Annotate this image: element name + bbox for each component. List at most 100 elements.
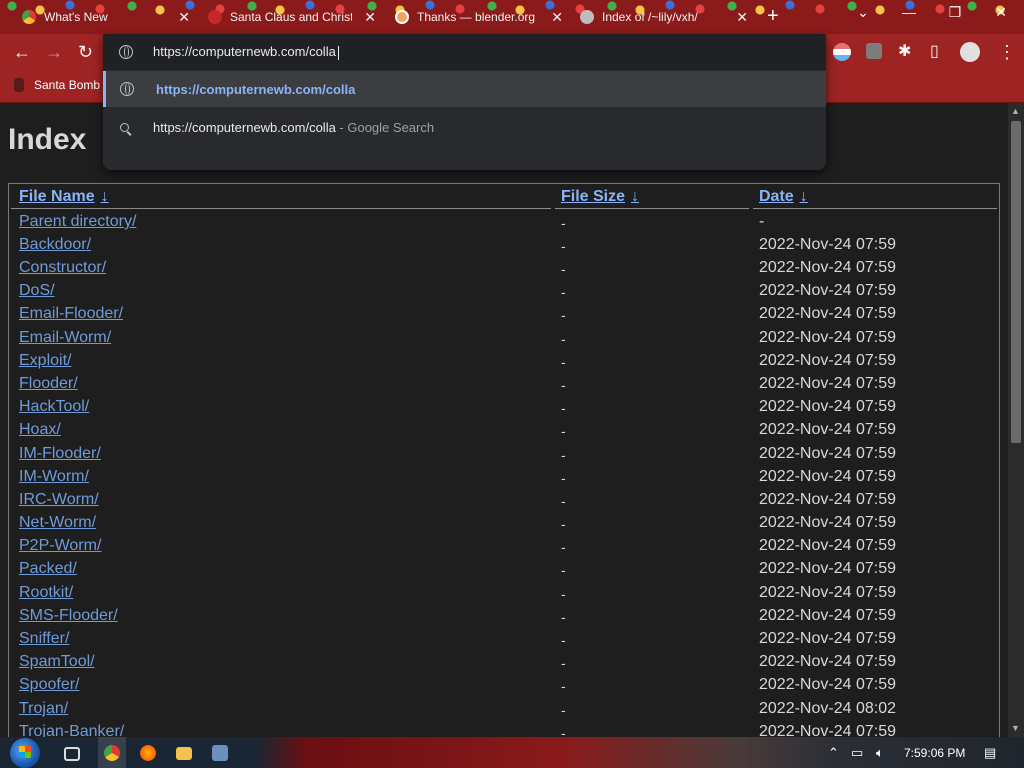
back-icon[interactable]: ←: [13, 42, 31, 62]
start-button[interactable]: [10, 738, 40, 768]
table-row: Exploit/ - 2022-Nov-24 07:59: [9, 352, 999, 375]
scroll-up-icon[interactable]: ▲: [1011, 106, 1020, 116]
bookmark-santa-bomb[interactable]: Santa Bomb: [14, 78, 100, 92]
file-link[interactable]: IM-Worm/: [19, 468, 89, 486]
file-link[interactable]: IRC-Worm/: [19, 491, 99, 509]
file-date: 2022-Nov-24 07:59: [759, 468, 896, 485]
page-title: Index: [8, 123, 87, 156]
close-tab-icon[interactable]: ✕: [736, 9, 748, 25]
file-link[interactable]: Trojan-Banker/: [19, 723, 124, 737]
file-link[interactable]: Constructor/: [19, 259, 106, 277]
directory-listing: File Name ↓ File Size ↓ Date ↓ Parent direc…: [8, 183, 1000, 737]
header-date[interactable]: Date ↓: [759, 188, 808, 206]
sort-arrow-icon: ↓: [100, 188, 109, 205]
header-file-size[interactable]: File Size ↓: [561, 188, 639, 206]
profile-extension-icon[interactable]: [833, 43, 851, 61]
scroll-thumb[interactable]: [1011, 121, 1021, 443]
extensions-puzzle-icon[interactable]: ✱: [898, 42, 911, 62]
taskbar-clock[interactable]: 7:59:06 PM: [904, 746, 965, 760]
file-size: -: [561, 307, 566, 323]
file-link[interactable]: SMS-Flooder/: [19, 607, 118, 625]
file-link[interactable]: Sniffer/: [19, 630, 69, 648]
tab-search-chevron-icon[interactable]: ⌄: [848, 4, 878, 21]
file-explorer-icon[interactable]: [176, 747, 192, 760]
table-row: SMS-Flooder/ - 2022-Nov-24 07:59: [9, 607, 999, 630]
file-link[interactable]: Spoofer/: [19, 676, 79, 694]
table-row: Trojan/ - 2022-Nov-24 08:02: [9, 700, 999, 723]
tab-strip: What's New ✕ Santa Claus and Christ ✕ Th…: [0, 0, 1024, 34]
file-link[interactable]: Email-Flooder/: [19, 305, 123, 323]
file-date: 2022-Nov-24 07:59: [759, 398, 896, 415]
windows-taskbar: ⌃ ▭ 🔈︎ 7:59:06 PM ▤: [0, 737, 1024, 768]
file-link[interactable]: HackTool/: [19, 398, 89, 416]
file-date: 2022-Nov-24 07:59: [759, 560, 896, 577]
file-link[interactable]: Trojan/: [19, 700, 68, 718]
side-panel-icon[interactable]: ▯: [930, 42, 939, 62]
forward-icon[interactable]: →: [45, 42, 63, 62]
tab-santa-claus[interactable]: Santa Claus and Christ ✕: [208, 4, 376, 30]
tab-blender[interactable]: Thanks — blender.org ✕: [395, 4, 563, 30]
file-date: 2022-Nov-24 07:59: [759, 421, 896, 438]
tab-title: Santa Claus and Christ: [230, 10, 352, 24]
file-size: -: [561, 678, 566, 694]
file-size: -: [561, 516, 566, 532]
address-input-value: https://computernewb.com/colla: [153, 44, 336, 59]
scroll-down-icon[interactable]: ▼: [1011, 723, 1020, 733]
app-taskbar-icon[interactable]: [212, 745, 228, 761]
table-row: Backdoor/ - 2022-Nov-24 07:59: [9, 236, 999, 259]
file-link[interactable]: Backdoor/: [19, 236, 91, 254]
new-tab-icon[interactable]: +: [767, 6, 779, 26]
reload-icon[interactable]: ↻: [78, 42, 93, 62]
network-icon[interactable]: ▭: [851, 745, 863, 761]
restore-icon[interactable]: ❐: [940, 4, 970, 21]
table-row: IM-Worm/ - 2022-Nov-24 07:59: [9, 468, 999, 491]
file-link[interactable]: Net-Worm/: [19, 514, 96, 532]
file-link[interactable]: P2P-Worm/: [19, 537, 101, 555]
profile-avatar-icon[interactable]: [960, 42, 980, 62]
chrome-menu-icon[interactable]: ⋮: [998, 42, 1016, 62]
file-link[interactable]: Hoax/: [19, 421, 61, 439]
close-tab-icon[interactable]: ✕: [364, 9, 376, 25]
file-link[interactable]: Exploit/: [19, 352, 71, 370]
address-input[interactable]: https://computernewb.com/colla: [153, 44, 339, 60]
file-link[interactable]: IM-Flooder/: [19, 445, 101, 463]
page-scrollbar[interactable]: ▲ ▼: [1008, 103, 1024, 737]
page-content: Index File Name ↓ File Size ↓ Date ↓ Parent…: [0, 103, 1008, 737]
file-link[interactable]: Packed/: [19, 560, 77, 578]
table-row: Trojan-Banker/ - 2022-Nov-24 07:59: [9, 723, 999, 737]
task-view-icon[interactable]: [64, 747, 80, 761]
tab-title: Index of /~lily/vxh/: [602, 10, 698, 24]
file-link[interactable]: Flooder/: [19, 375, 78, 393]
globe-icon: [120, 82, 134, 96]
file-date: 2022-Nov-24 07:59: [759, 537, 896, 554]
suggestion-url[interactable]: https://computernewb.com/colla: [103, 71, 826, 107]
address-bar[interactable]: https://computernewb.com/colla: [103, 34, 826, 70]
file-link[interactable]: Parent directory/: [19, 213, 136, 231]
close-tab-icon[interactable]: ✕: [551, 9, 563, 25]
file-link[interactable]: Email-Worm/: [19, 329, 111, 347]
s-extension-icon[interactable]: [866, 43, 882, 59]
firefox-taskbar-icon[interactable]: [140, 745, 156, 761]
notifications-icon[interactable]: ▤: [984, 745, 996, 761]
file-date: 2022-Nov-24 07:59: [759, 329, 896, 346]
file-date: 2022-Nov-24 07:59: [759, 676, 896, 693]
file-link[interactable]: SpamTool/: [19, 653, 95, 671]
file-size: -: [561, 493, 566, 509]
tab-index-of[interactable]: Index of /~lily/vxh/ ✕: [580, 4, 748, 30]
close-window-icon[interactable]: ✕: [986, 4, 1016, 21]
file-link[interactable]: Rootkit/: [19, 584, 73, 602]
file-size: -: [561, 377, 566, 393]
header-file-name[interactable]: File Name ↓: [19, 188, 109, 206]
volume-icon[interactable]: 🔈︎: [876, 745, 884, 761]
file-date: 2022-Nov-24 07:59: [759, 514, 896, 531]
table-row: IM-Flooder/ - 2022-Nov-24 07:59: [9, 445, 999, 468]
suggestion-search[interactable]: https://computernewb.com/colla - Google …: [103, 109, 826, 145]
chrome-taskbar-icon[interactable]: [104, 745, 120, 761]
tray-chevron-icon[interactable]: ⌃: [828, 745, 839, 761]
file-link[interactable]: DoS/: [19, 282, 55, 300]
table-row: IRC-Worm/ - 2022-Nov-24 07:59: [9, 491, 999, 514]
minimize-icon[interactable]: —: [894, 4, 924, 20]
tab-whats-new[interactable]: What's New ✕: [22, 4, 190, 30]
suggestion-text: https://computernewb.com/colla: [156, 81, 356, 97]
close-tab-icon[interactable]: ✕: [178, 9, 190, 25]
